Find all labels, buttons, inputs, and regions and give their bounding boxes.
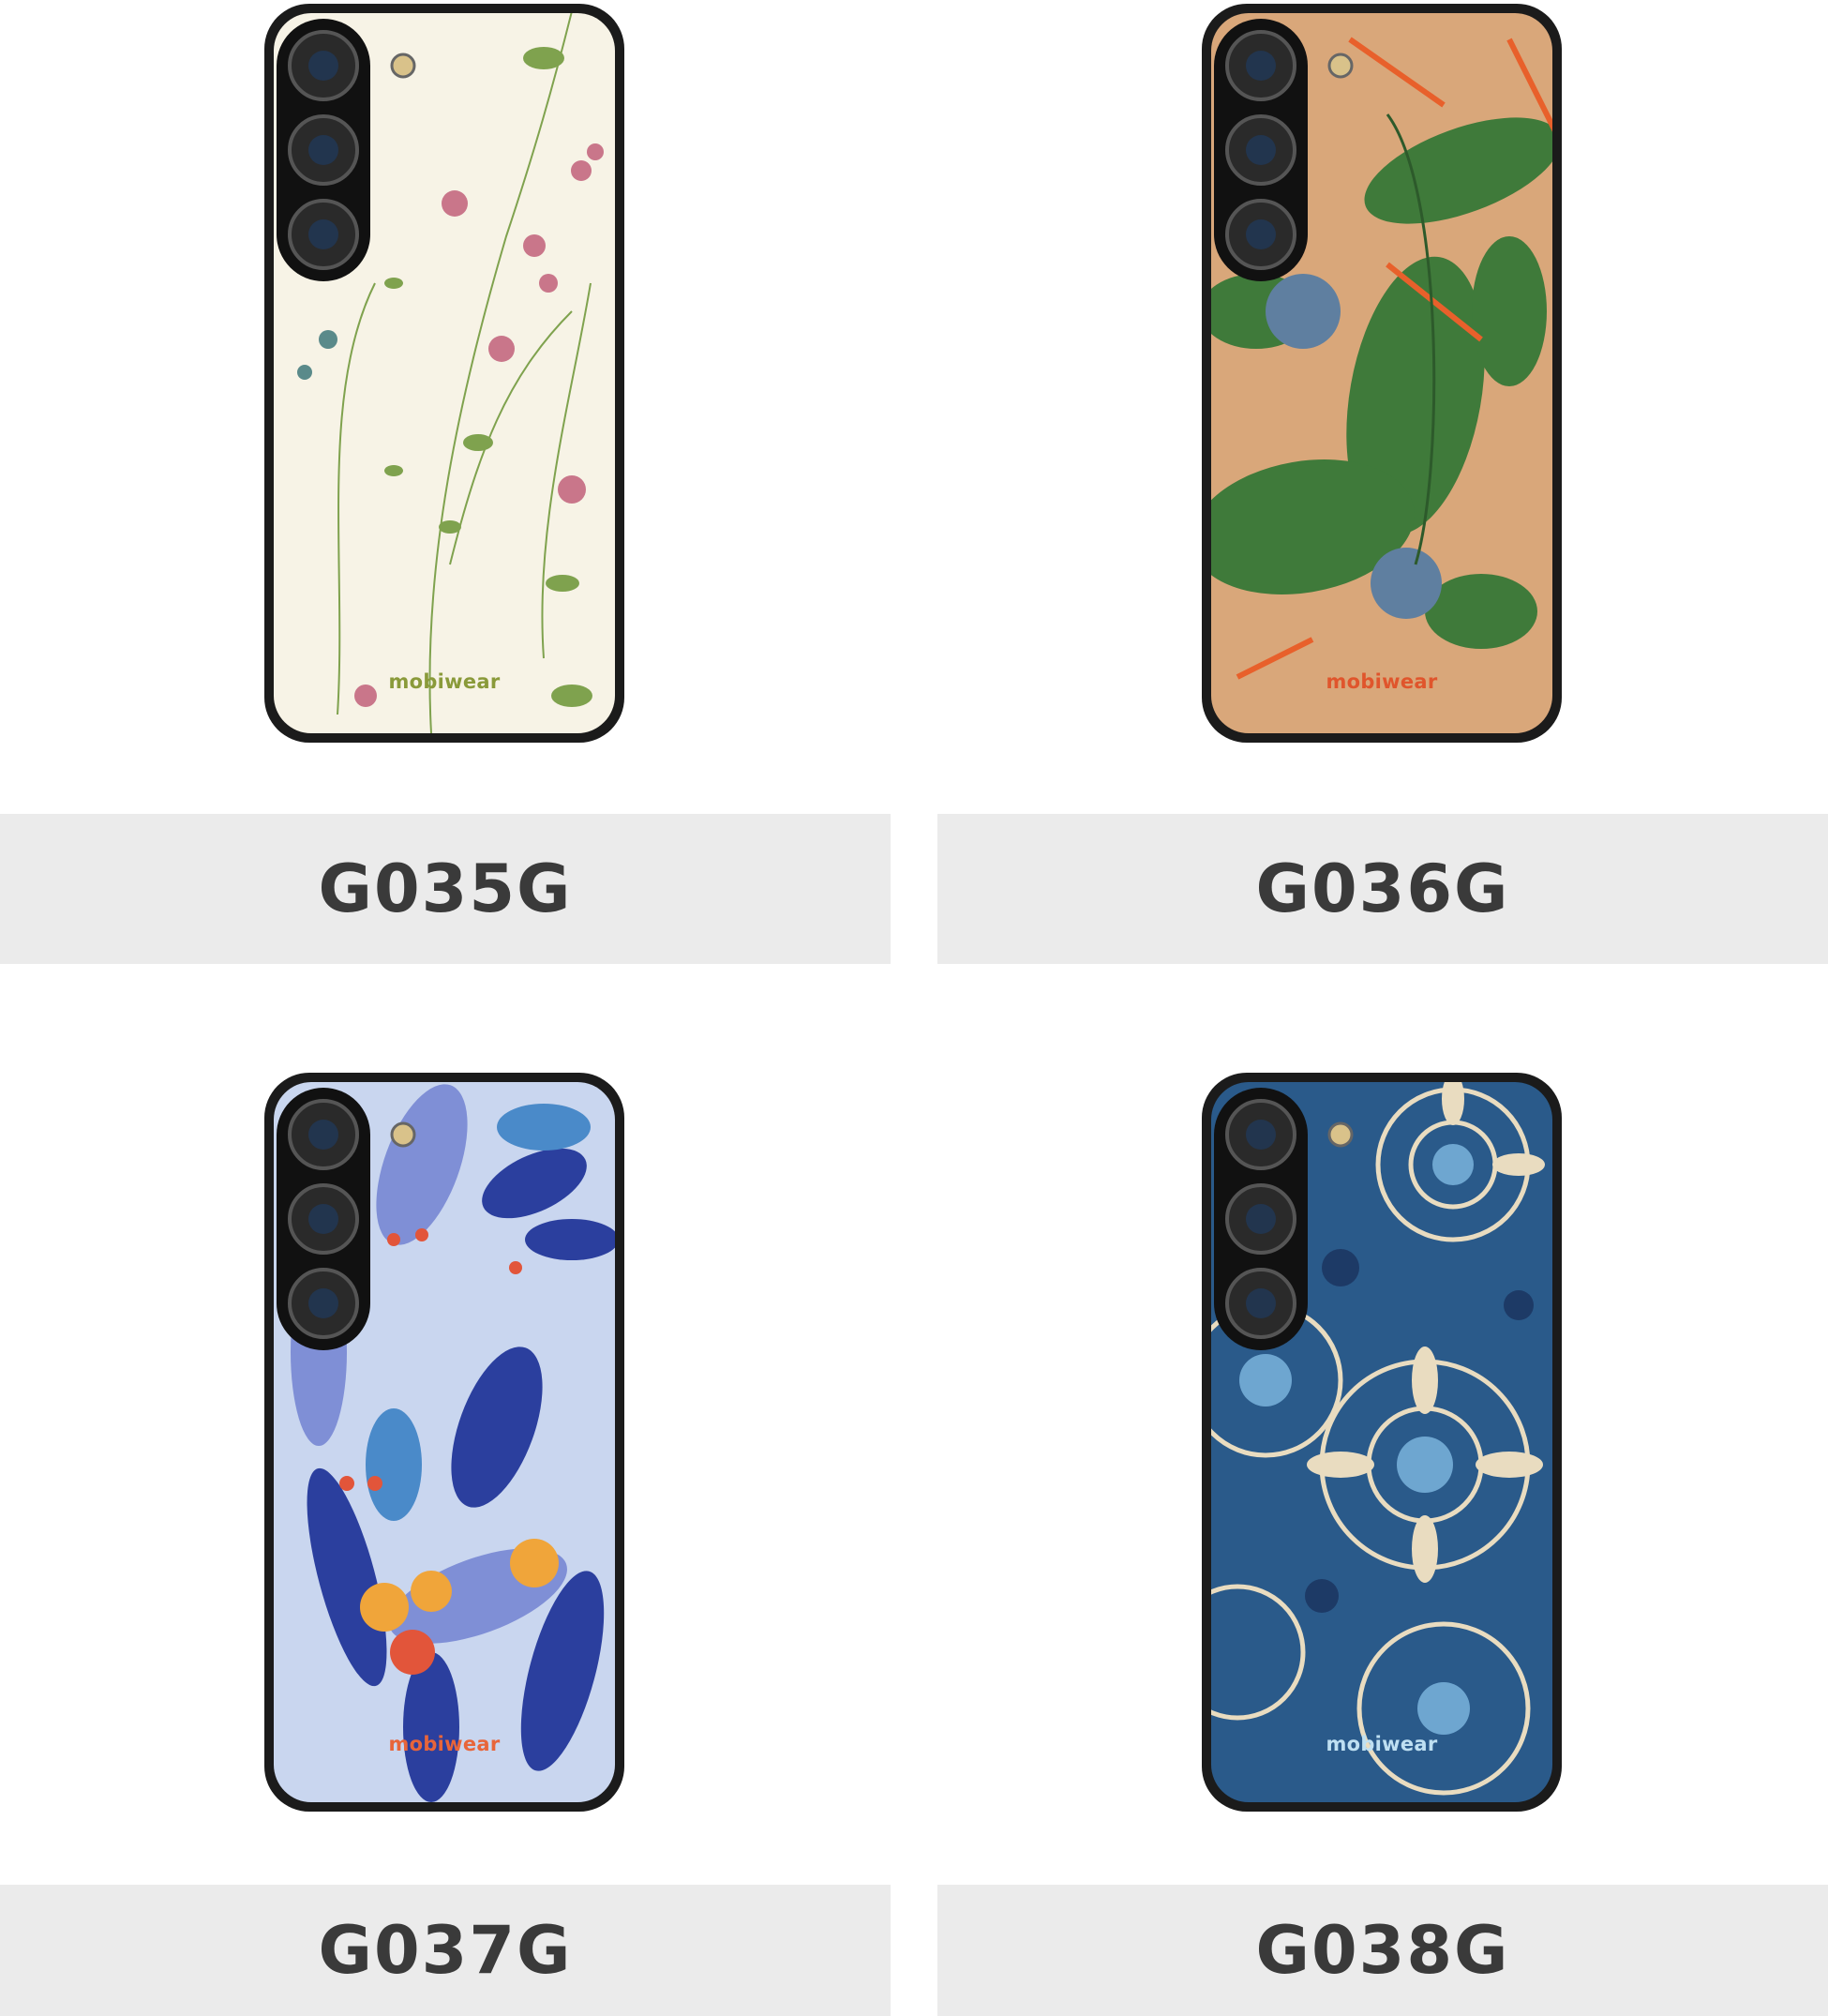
product-code: G038G — [1255, 1912, 1510, 1989]
phone-case-g035g[interactable]: mobiwear — [262, 2, 626, 745]
phone-case-g037g[interactable]: mobiwear — [262, 1071, 626, 1813]
product-code: G036G — [1255, 850, 1510, 927]
product-code-bar: G037G — [0, 1885, 891, 2016]
product-code-bar: G036G — [937, 814, 1828, 964]
phone-case-g038g[interactable]: mobiwear — [1200, 1071, 1564, 1813]
product-code: G035G — [318, 850, 573, 927]
brand-logo: mobiwear — [1326, 670, 1438, 693]
brand-logo: mobiwear — [388, 1733, 501, 1755]
wildflowers-pattern-icon — [264, 4, 624, 743]
product-code: G037G — [318, 1912, 573, 1989]
product-code-bar: G035G — [0, 814, 891, 964]
phone-case-g036g[interactable]: mobiwear — [1200, 2, 1564, 745]
mandala-pattern-icon — [1202, 1073, 1562, 1812]
tropical-leaves-pattern-icon — [1202, 4, 1562, 743]
product-code-bar: G038G — [937, 1885, 1828, 2016]
brand-logo: mobiwear — [1326, 1733, 1438, 1755]
blue-jungle-pattern-icon — [264, 1073, 624, 1812]
brand-logo: mobiwear — [388, 670, 501, 693]
